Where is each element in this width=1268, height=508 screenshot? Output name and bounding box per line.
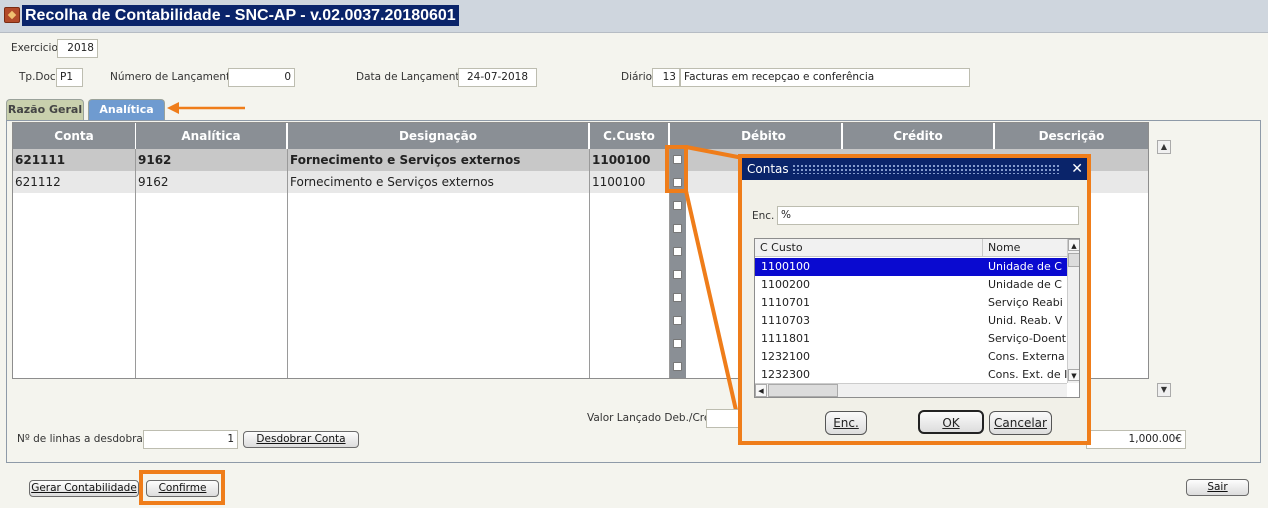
scroll-up-icon[interactable]: ▲: [1157, 140, 1171, 154]
col-header-ccusto[interactable]: C.Custo: [590, 123, 668, 149]
numero-label: Número de Lançamento:: [110, 71, 241, 83]
linhas-field[interactable]: 1: [143, 430, 238, 449]
highlight-box: [139, 470, 225, 505]
col-header-conta[interactable]: Conta: [13, 123, 135, 149]
window-title: Recolha de Contabilidade - SNC-AP - v.02…: [22, 5, 459, 26]
linhas-label: Nº de linhas a desdobrar:: [17, 433, 151, 445]
diario-label: Diário:: [621, 71, 656, 83]
cell-designacao[interactable]: Fornecimento e Serviços externos: [288, 171, 588, 193]
cell-analitica[interactable]: 9162: [136, 171, 286, 193]
cell-ccusto[interactable]: 1100100: [590, 171, 668, 193]
cell-analitica[interactable]: 9162: [136, 149, 286, 171]
column-divider: [287, 149, 288, 378]
app-icon: [4, 7, 20, 23]
diario-desc-field: Facturas em recepçao e conferência: [680, 68, 970, 87]
title-bar: Recolha de Contabilidade - SNC-AP - v.02…: [0, 0, 1268, 33]
tpdoc-field[interactable]: P1: [56, 68, 83, 87]
tab-analitica[interactable]: Analítica: [88, 99, 165, 121]
valor-field[interactable]: [706, 409, 742, 428]
col-header-analitica[interactable]: Analítica: [136, 123, 286, 149]
exercicio-label: Exercicio: [11, 42, 58, 54]
gerar-contabilidade-button[interactable]: Gerar Contabilidade: [29, 480, 139, 497]
table-row[interactable]: 621112 9162 Fornecimento e Serviços exte…: [13, 171, 668, 193]
col-header-descricao[interactable]: Descrição: [995, 123, 1148, 149]
diario-code-field[interactable]: 13: [652, 68, 680, 87]
col-header-designacao[interactable]: Designação: [288, 123, 588, 149]
column-divider: [589, 149, 590, 378]
tab-razao-geral[interactable]: Razão Geral: [6, 99, 84, 121]
table-row[interactable]: 621111 9162 Fornecimento e Serviços exte…: [13, 149, 668, 171]
desdobrar-button[interactable]: Desdobrar Conta: [243, 431, 359, 448]
data-label: Data de Lançamento:: [356, 71, 470, 83]
annotation-arrow: [167, 102, 245, 114]
grid-scrollbar[interactable]: ▲ ▼: [1157, 140, 1171, 397]
sair-button[interactable]: Sair: [1186, 479, 1249, 496]
cell-ccusto[interactable]: 1100100: [590, 149, 668, 171]
callout-lines: [684, 145, 745, 442]
cell-conta[interactable]: 621112: [13, 171, 135, 193]
column-divider: [135, 149, 136, 378]
tpdoc-label: Tp.Doc.: [19, 71, 60, 83]
numero-field[interactable]: 0: [228, 68, 295, 87]
data-field[interactable]: 24-07-2018: [458, 68, 537, 87]
cell-conta[interactable]: 621111: [13, 149, 135, 171]
scroll-down-icon[interactable]: ▼: [1157, 383, 1171, 397]
valor-label: Valor Lançado Deb./Cre.: [587, 412, 714, 424]
exercicio-field[interactable]: 2018: [57, 39, 98, 58]
total-field: 1,000.00€: [1086, 430, 1186, 449]
col-header-credito[interactable]: Crédito: [843, 123, 993, 149]
cell-designacao[interactable]: Fornecimento e Serviços externos: [288, 149, 588, 171]
highlight-box: [738, 154, 1091, 445]
